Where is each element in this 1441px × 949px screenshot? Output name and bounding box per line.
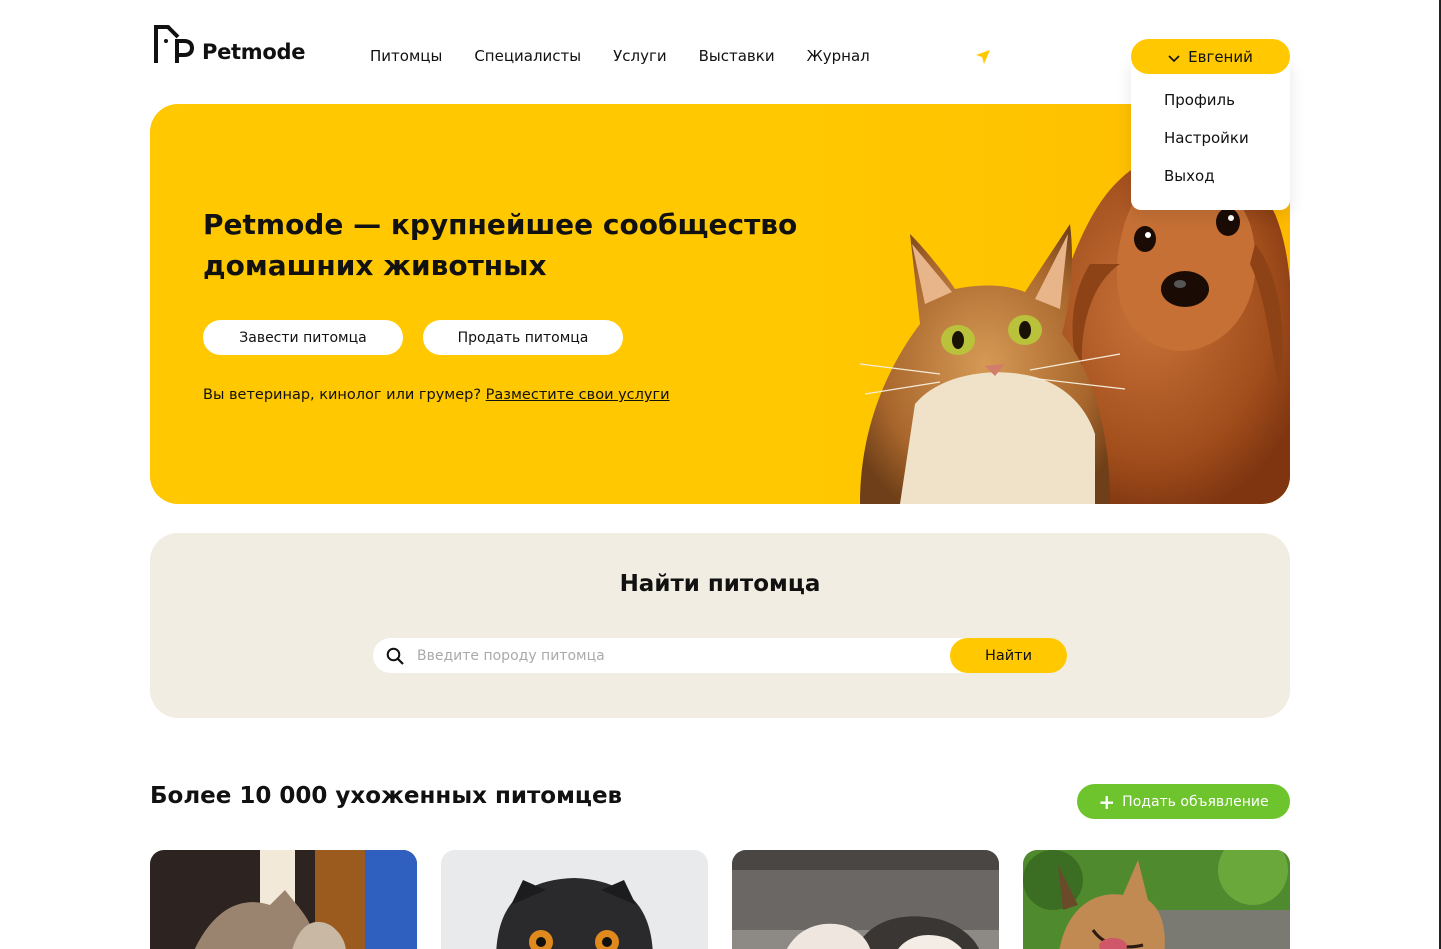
find-pet-section: Найти питомца Найти	[150, 533, 1290, 718]
menu-item-settings[interactable]: Настройки	[1131, 128, 1290, 166]
pet-card[interactable]	[441, 850, 708, 949]
nav-item-journal[interactable]: Журнал	[807, 47, 870, 65]
pet-photo-cat-tabby	[150, 850, 417, 949]
user-menu-button[interactable]: Евгений	[1131, 39, 1290, 74]
pet-photo-dog-shepherd	[1023, 850, 1290, 949]
search-icon	[386, 647, 404, 665]
page: Petmode Питомцы Специалисты Услуги Выста…	[0, 0, 1441, 949]
specialist-note: Вы ветеринар, кинолог или грумер? Размес…	[203, 387, 670, 403]
menu-item-profile[interactable]: Профиль	[1131, 90, 1290, 128]
main-nav: Питомцы Специалисты Услуги Выставки Журн…	[370, 47, 870, 65]
nav-item-services[interactable]: Услуги	[613, 47, 666, 65]
nav-item-specialists[interactable]: Специалисты	[474, 47, 581, 65]
hero-title-line-1: Petmode — крупнейшее сообщество	[203, 208, 798, 241]
logo[interactable]: Petmode	[150, 23, 305, 65]
breed-search-input[interactable]	[417, 638, 937, 673]
nav-item-pets[interactable]: Питомцы	[370, 47, 442, 65]
search-button[interactable]: Найти	[950, 638, 1067, 673]
specialist-note-text: Вы ветеринар, кинолог или грумер?	[203, 387, 482, 403]
pet-card[interactable]	[732, 850, 999, 949]
find-pet-title: Найти питомца	[619, 571, 821, 597]
chevron-down-icon	[1168, 54, 1180, 62]
hero-title-line-2: домашних животных	[203, 249, 547, 282]
post-ad-button[interactable]: + Подать объявление	[1077, 784, 1290, 819]
pet-photo-kittens	[732, 850, 999, 949]
hero-banner: Petmode — крупнейшее сообщество домашних…	[150, 104, 1290, 504]
user-name: Евгений	[1188, 47, 1253, 66]
pet-card[interactable]	[1023, 850, 1290, 949]
user-dropdown-menu: Профиль Настройки Выход	[1131, 60, 1290, 210]
menu-item-logout[interactable]: Выход	[1131, 166, 1290, 204]
logo-text: Petmode	[202, 40, 306, 64]
location-arrow-icon[interactable]	[975, 49, 991, 65]
sell-pet-button[interactable]: Продать питомца	[423, 320, 623, 355]
nav-item-shows[interactable]: Выставки	[699, 47, 775, 65]
adopt-pet-button[interactable]: Завести питомца	[203, 320, 403, 355]
logo-icon	[154, 25, 194, 63]
search-bar: Найти	[373, 638, 1067, 673]
plus-icon: +	[1098, 789, 1116, 814]
pet-card[interactable]	[150, 850, 417, 949]
place-services-link[interactable]: Разместите свои услуги	[486, 387, 670, 403]
pet-photo-cat-scottish-fold	[441, 850, 708, 949]
hero-title: Petmode — крупнейшее сообщество домашних…	[203, 204, 823, 286]
post-ad-label: Подать объявление	[1122, 793, 1269, 810]
listing-title: Более 10 000 ухоженных питомцев	[150, 783, 623, 809]
